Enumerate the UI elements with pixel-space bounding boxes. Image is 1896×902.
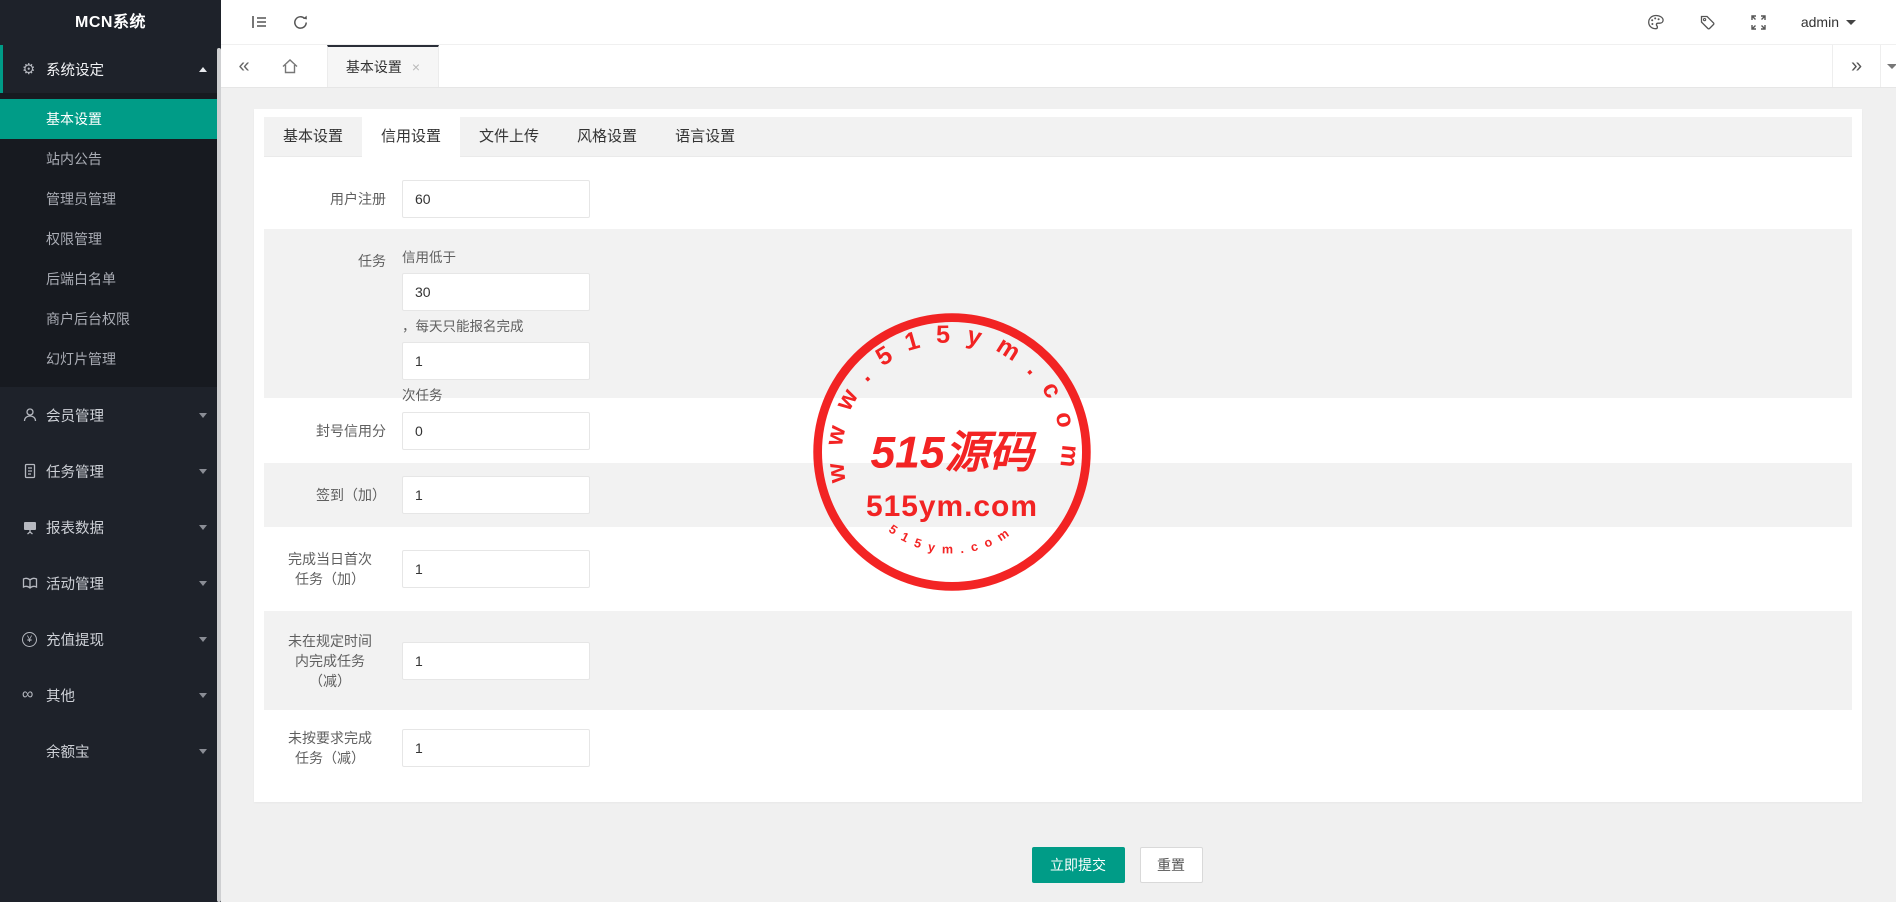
user-register-input[interactable]	[402, 180, 590, 218]
content-area: 基本设置 信用设置 文件上传 风格设置 语言设置 用户注册 任务 信用低于	[221, 88, 1896, 902]
sidebar-item-yuebao[interactable]: 余额宝	[0, 723, 221, 779]
sidebar-item-activity-management[interactable]: 活动管理	[0, 555, 221, 611]
tab-language-settings[interactable]: 语言设置	[656, 117, 754, 156]
user-menu[interactable]: admin	[1801, 14, 1856, 30]
credit-below-input[interactable]	[402, 273, 590, 311]
username: admin	[1801, 14, 1839, 30]
app-window: MCN系统 ⚙ 系统设定 基本设置 站内公告 管理员管理 权限管理 后端白名单 …	[0, 0, 1896, 902]
tag-icon[interactable]	[1699, 14, 1716, 31]
sidebar-item-member-management[interactable]: 会员管理	[0, 387, 221, 443]
tab-file-upload[interactable]: 文件上传	[460, 117, 558, 156]
fullscreen-icon[interactable]	[1750, 14, 1767, 31]
field-label: 未按要求完成 任务（减）	[274, 728, 386, 768]
sign-in-input[interactable]	[402, 476, 590, 514]
settings-card: 基本设置 信用设置 文件上传 风格设置 语言设置 用户注册 任务 信用低于	[254, 109, 1862, 802]
form-row-not-required-task: 未按要求完成 任务（减）	[264, 710, 1852, 785]
sidebar-item-report-data[interactable]: 报表数据	[0, 499, 221, 555]
field-label: 用户注册	[274, 189, 386, 209]
window-tab-basic-settings[interactable]: 基本设置 ×	[327, 45, 439, 87]
tab-style-settings[interactable]: 风格设置	[558, 117, 656, 156]
app-title: MCN系统	[0, 0, 221, 45]
sidebar-item-recharge-withdraw[interactable]: ¥ 充值提现	[0, 611, 221, 667]
tabs-scroll-right-button[interactable]: »	[1832, 45, 1880, 87]
sidebar-subitem-permission-management[interactable]: 权限管理	[0, 219, 221, 259]
sidebar-item-system-settings[interactable]: ⚙ 系统设定	[0, 45, 221, 93]
sidebar-subitem-basic-settings[interactable]: 基本设置	[0, 99, 221, 139]
not-required-task-input[interactable]	[402, 729, 590, 767]
settings-tabs: 基本设置 信用设置 文件上传 风格设置 语言设置	[264, 117, 1852, 157]
infinity-icon: ∞	[22, 688, 46, 702]
chevron-down-icon	[1887, 64, 1896, 69]
daily-limit-input[interactable]	[402, 342, 590, 380]
chevron-down-icon	[199, 413, 207, 418]
sidebar-subitem-merchant-backend-permission[interactable]: 商户后台权限	[0, 299, 221, 339]
form-row-first-task: 完成当日首次 任务（加）	[264, 527, 1852, 611]
chevron-down-icon	[199, 749, 207, 754]
home-icon[interactable]	[267, 45, 313, 87]
close-icon[interactable]: ×	[412, 59, 420, 75]
window-tabstrip: « 基本设置 × »	[221, 45, 1896, 88]
reset-button[interactable]: 重置	[1140, 847, 1203, 883]
tabstrip-right-controls: »	[1832, 45, 1896, 87]
chevron-down-icon	[199, 637, 207, 642]
sidebar-subitem-admin-management[interactable]: 管理员管理	[0, 179, 221, 219]
chevron-down-icon	[199, 469, 207, 474]
tabs-menu-button[interactable]	[1880, 45, 1896, 87]
first-task-input[interactable]	[402, 550, 590, 588]
form-row-sign-in: 签到（加）	[264, 463, 1852, 527]
submit-button[interactable]: 立即提交	[1032, 847, 1125, 883]
sidebar-subitem-slideshow-management[interactable]: 幻灯片管理	[0, 339, 221, 379]
chevron-down-icon	[1846, 20, 1856, 25]
field-label: 封号信用分	[274, 421, 386, 441]
task-mid-text: ，每天只能报名完成	[402, 318, 590, 335]
form-buttons: 立即提交 重置	[254, 847, 1862, 883]
top-navbar: admin	[221, 0, 1896, 45]
chevron-down-icon	[199, 581, 207, 586]
task-field-group: 信用低于 ，每天只能报名完成 次任务	[402, 249, 590, 404]
sidebar-subitem-backend-whitelist[interactable]: 后端白名单	[0, 259, 221, 299]
sidebar: MCN系统 ⚙ 系统设定 基本设置 站内公告 管理员管理 权限管理 后端白名单 …	[0, 0, 221, 902]
credit-settings-form: 用户注册 任务 信用低于 ，每天只能报名完成 次任务	[264, 157, 1852, 785]
tabs-scroll-left-button[interactable]: «	[221, 45, 267, 87]
field-label: 完成当日首次 任务（加）	[274, 549, 386, 589]
palette-icon[interactable]	[1647, 14, 1665, 31]
form-row-ban-credit: 封号信用分	[264, 398, 1852, 463]
field-label: 任务	[274, 249, 386, 271]
chevron-up-icon	[199, 67, 207, 72]
user-icon	[22, 407, 46, 423]
yen-icon: ¥	[22, 632, 46, 647]
gear-icon: ⚙	[22, 60, 46, 78]
form-row-overtime-task: 未在规定时间 内完成任务 （减）	[264, 611, 1852, 710]
form-row-user-register: 用户注册	[264, 169, 1852, 229]
form-row-task: 任务 信用低于 ，每天只能报名完成 次任务	[264, 229, 1852, 398]
book-icon	[22, 575, 46, 591]
field-label: 未在规定时间 内完成任务 （减）	[274, 631, 386, 691]
sidebar-item-label: 系统设定	[46, 59, 199, 80]
task-post-text: 次任务	[402, 387, 590, 404]
ban-credit-input[interactable]	[402, 412, 590, 450]
sidebar-subitem-site-announcement[interactable]: 站内公告	[0, 139, 221, 179]
refresh-icon[interactable]	[292, 14, 309, 31]
document-icon	[22, 463, 46, 479]
overtime-task-input[interactable]	[402, 642, 590, 680]
sidebar-item-task-management[interactable]: 任务管理	[0, 443, 221, 499]
chevron-down-icon	[199, 525, 207, 530]
menu-collapse-icon[interactable]	[250, 14, 268, 30]
window-tab-label: 基本设置	[346, 57, 402, 77]
tab-credit-settings[interactable]: 信用设置	[362, 117, 460, 158]
sidebar-item-other[interactable]: ∞ 其他	[0, 667, 221, 723]
field-label: 签到（加）	[274, 485, 386, 505]
navbar-right-group: admin	[1647, 14, 1896, 31]
main-area: admin « 基本设置 × » 基本设置	[221, 0, 1896, 902]
task-pre-text: 信用低于	[402, 249, 590, 266]
chevron-down-icon	[199, 693, 207, 698]
tab-basic-settings[interactable]: 基本设置	[264, 117, 362, 156]
system-submenu: 基本设置 站内公告 管理员管理 权限管理 后端白名单 商户后台权限 幻灯片管理	[0, 93, 221, 387]
chart-board-icon	[22, 519, 46, 535]
